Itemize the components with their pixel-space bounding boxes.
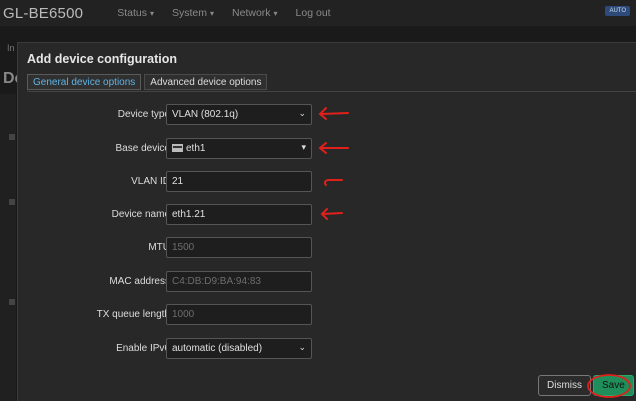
nav-network-label: Network — [232, 7, 271, 19]
enable-ipv6-row: Enable IPv6 automatic (disabled) ⌄ — [18, 338, 338, 360]
mac-address-label: MAC address — [109, 276, 170, 287]
base-device-row: Base device eth1 ▾ — [18, 138, 349, 160]
tab-advanced-device-options[interactable]: Advanced device options — [144, 74, 268, 90]
vlan-id-row: VLAN ID 21 — [18, 171, 343, 193]
vlan-id-input[interactable]: 21 — [166, 171, 312, 192]
chevron-down-icon: ▾ — [273, 9, 278, 18]
nav-system[interactable]: System ▾ — [172, 7, 214, 19]
mac-address-input[interactable]: C4:DB:D9:BA:94:83 — [166, 271, 312, 292]
base-device-value: eth1 — [186, 143, 206, 154]
nav-status-label: Status — [117, 7, 147, 19]
device-name-input[interactable]: eth1.21 — [166, 204, 312, 225]
red-circle-annotation — [587, 374, 631, 398]
enable-ipv6-select[interactable]: automatic (disabled) ⌄ — [166, 338, 312, 359]
mac-address-row: MAC address C4:DB:D9:BA:94:83 — [18, 271, 338, 293]
background-icon — [9, 299, 15, 305]
mtu-input[interactable]: 1500 — [166, 237, 312, 258]
dialog-title: Add device configuration — [27, 52, 178, 66]
nav-status[interactable]: Status ▾ — [117, 7, 154, 19]
nav-logout[interactable]: Log out — [296, 7, 331, 19]
base-device-select[interactable]: eth1 ▾ — [166, 138, 312, 159]
device-type-select[interactable]: VLAN (802.1q) ⌄ — [166, 104, 312, 125]
nav-network[interactable]: Network ▾ — [232, 7, 278, 19]
mtu-row: MTU 1500 — [18, 237, 338, 259]
vlan-id-label: VLAN ID — [131, 176, 170, 187]
tab-general-device-options[interactable]: General device options — [27, 74, 142, 90]
brand-title[interactable]: GL-BE6500 — [3, 5, 83, 22]
red-arrow-annotation — [318, 107, 349, 120]
tx-queue-length-label: TX queue length — [96, 309, 170, 320]
top-nav-bar: GL-BE6500 Status ▾ System ▾ Network ▾ Log o… — [0, 0, 636, 26]
device-type-label: Device type — [117, 109, 170, 120]
red-arrow-annotation — [324, 179, 343, 186]
network-device-icon — [172, 144, 183, 152]
base-device-label: Base device — [115, 143, 170, 154]
tab-divider — [27, 91, 636, 92]
background-tab-fragment: In — [7, 43, 15, 53]
vlan-id-value: 21 — [172, 176, 184, 187]
background-page-column — [0, 94, 16, 401]
device-type-row: Device type VLAN (802.1q) ⌄ — [18, 104, 349, 126]
red-arrow-annotation — [318, 142, 349, 154]
device-name-value: eth1.21 — [172, 209, 206, 220]
add-device-dialog: Add device configuration General device … — [17, 42, 636, 401]
chevron-down-icon: ▾ — [301, 142, 306, 152]
chevron-down-icon: ⌄ — [298, 108, 306, 118]
background-icon — [9, 134, 15, 140]
chevron-down-icon: ▾ — [149, 9, 154, 18]
device-name-row: Device name eth1.21 — [18, 204, 343, 226]
dismiss-button[interactable]: Dismiss — [538, 375, 591, 396]
enable-ipv6-value: automatic (disabled) — [172, 343, 263, 354]
nav-system-label: System — [171, 7, 207, 19]
background-icon — [9, 199, 15, 205]
enable-ipv6-label: Enable IPv6 — [116, 343, 170, 354]
red-arrow-annotation — [320, 208, 343, 220]
status-badge: AUTO — [605, 6, 630, 16]
device-name-label: Device name — [111, 209, 170, 220]
tx-queue-length-row: TX queue length 1000 — [18, 304, 338, 326]
chevron-down-icon: ⌄ — [298, 342, 306, 352]
chevron-down-icon: ▾ — [210, 9, 215, 18]
tx-queue-length-input[interactable]: 1000 — [166, 304, 312, 325]
dialog-tabs: General device options Advanced device o… — [27, 74, 270, 90]
device-type-value: VLAN (802.1q) — [172, 109, 239, 120]
